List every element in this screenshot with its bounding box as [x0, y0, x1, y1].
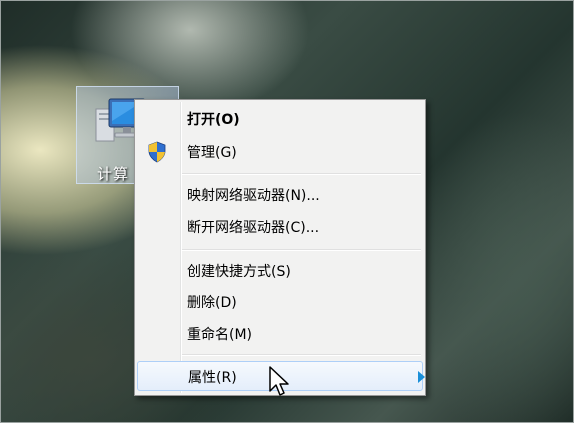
menu-separator [182, 173, 421, 175]
menu-item-label: 断开网络驱动器(C)... [187, 220, 320, 236]
menu-item-label: 属性(R) [188, 370, 237, 386]
menu-item-create-shortcut[interactable]: 创建快捷方式(S) [137, 256, 423, 284]
menu-item-rename[interactable]: 重命名(M) [137, 319, 423, 347]
menu-separator [182, 249, 421, 251]
menu-item-open[interactable]: 打开(O) [137, 104, 423, 132]
menu-item-label: 删除(D) [187, 295, 237, 311]
menu-item-label: 管理(G) [187, 145, 237, 161]
menu-item-label: 重命名(M) [187, 327, 253, 343]
uac-shield-icon [148, 141, 166, 163]
menu-item-label: 创建快捷方式(S) [187, 264, 291, 280]
menu-item-label: 映射网络驱动器(N)... [187, 188, 320, 204]
mouse-cursor-icon [269, 366, 289, 396]
context-menu: 打开(O) 管理(G) 映射网络驱动器(N)... 断开网络驱动器(C)... … [134, 99, 426, 396]
menu-separator [182, 354, 421, 356]
menu-item-delete[interactable]: 删除(D) [137, 287, 423, 315]
menu-item-label: 打开(O) [187, 112, 240, 128]
menu-item-disconnect-network-drive[interactable]: 断开网络驱动器(C)... [137, 212, 423, 240]
menu-item-manage[interactable]: 管理(G) [137, 137, 423, 165]
submenu-arrow-icon [418, 371, 425, 383]
computer-icon-label: 计算 [97, 165, 130, 183]
menu-item-map-network-drive[interactable]: 映射网络驱动器(N)... [137, 180, 423, 208]
